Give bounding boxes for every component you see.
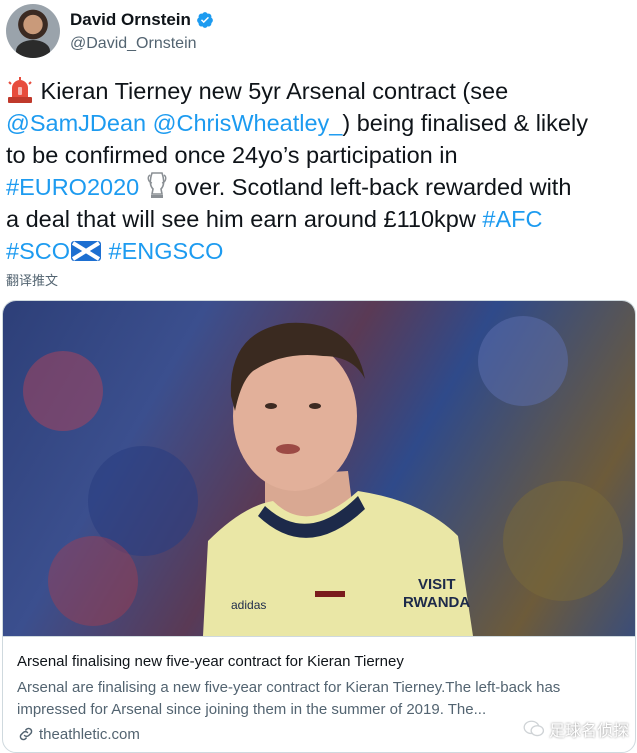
card-description: Arsenal are finalising a new five-year c…: [17, 677, 627, 721]
trophy-icon: [147, 172, 167, 198]
hashtag-afc-link[interactable]: #AFC: [482, 206, 542, 232]
author-name-row: David Ornstein: [70, 10, 214, 30]
tweet-line-5: a deal that will see him earn around £11…: [6, 203, 631, 235]
author-avatar[interactable]: [6, 4, 60, 58]
verified-badge-icon: [197, 12, 213, 28]
tweet-header: David Ornstein @David_Ornstein: [6, 2, 631, 60]
hashtag-engsco-link[interactable]: #ENGSCO: [109, 238, 224, 264]
hashtag-euro2020-link[interactable]: #EURO2020: [6, 174, 139, 200]
translate-tweet-link[interactable]: 翻译推文: [6, 270, 58, 289]
tweet-line2-text: ) being finalised & likely: [342, 110, 588, 136]
tweet-line4-text: over. Scotland left-back rewarded with: [174, 174, 572, 200]
player-photo: adidas VISIT RWANDA: [23, 316, 623, 636]
tweet-line-1: Kieran Tierney new 5yr Arsenal contract …: [6, 75, 631, 107]
scotland-flag-icon: [71, 241, 101, 261]
watermark-label: 足球名侦探: [548, 723, 629, 740]
author-display-name[interactable]: David Ornstein: [70, 10, 191, 30]
tweet-text: Kieran Tierney new 5yr Arsenal contract …: [6, 75, 631, 267]
tweet-line-3: to be confirmed once 24yo’s participatio…: [6, 142, 458, 168]
mention-chriswheatley-link[interactable]: @ChrisWheatley_: [153, 110, 343, 136]
card-title[interactable]: Arsenal finalising new five-year contrac…: [17, 653, 404, 670]
card-domain-text: theathletic.com: [39, 725, 140, 743]
sponsor-text-rwanda: RWANDA: [403, 594, 470, 611]
tweet-line5-text: a deal that will see him earn around £11…: [6, 206, 476, 232]
adidas-logo-text: adidas: [231, 598, 266, 612]
tweet-line-2: @SamJDean @ChrisWheatley_) being finalis…: [6, 107, 631, 139]
hashtag-sco-link[interactable]: #SCO: [6, 238, 70, 264]
mention-samjdean-link[interactable]: @SamJDean: [6, 110, 146, 136]
card-image[interactable]: adidas VISIT RWANDA: [3, 301, 635, 636]
wechat-icon: [523, 720, 545, 737]
tweet-line1-text: Kieran Tierney new 5yr Arsenal contract …: [40, 78, 509, 104]
card-domain[interactable]: theathletic.com: [17, 725, 140, 743]
tweet-line-6: #SCO #ENGSCO: [6, 235, 631, 267]
link-icon: [19, 727, 33, 741]
link-preview-card[interactable]: adidas VISIT RWANDA Arsenal finalising n…: [2, 300, 636, 753]
card-desc-line-1: Arsenal are finalising a new five-year c…: [17, 679, 561, 696]
watermark: 足球名侦探: [523, 717, 629, 741]
author-handle[interactable]: @David_Ornstein: [70, 35, 197, 53]
tweet-line-4: #EURO2020 over. Scotland left-back rewar…: [6, 171, 631, 203]
sponsor-text-visit: VISIT: [418, 576, 456, 593]
rotating-light-icon: [8, 77, 32, 103]
